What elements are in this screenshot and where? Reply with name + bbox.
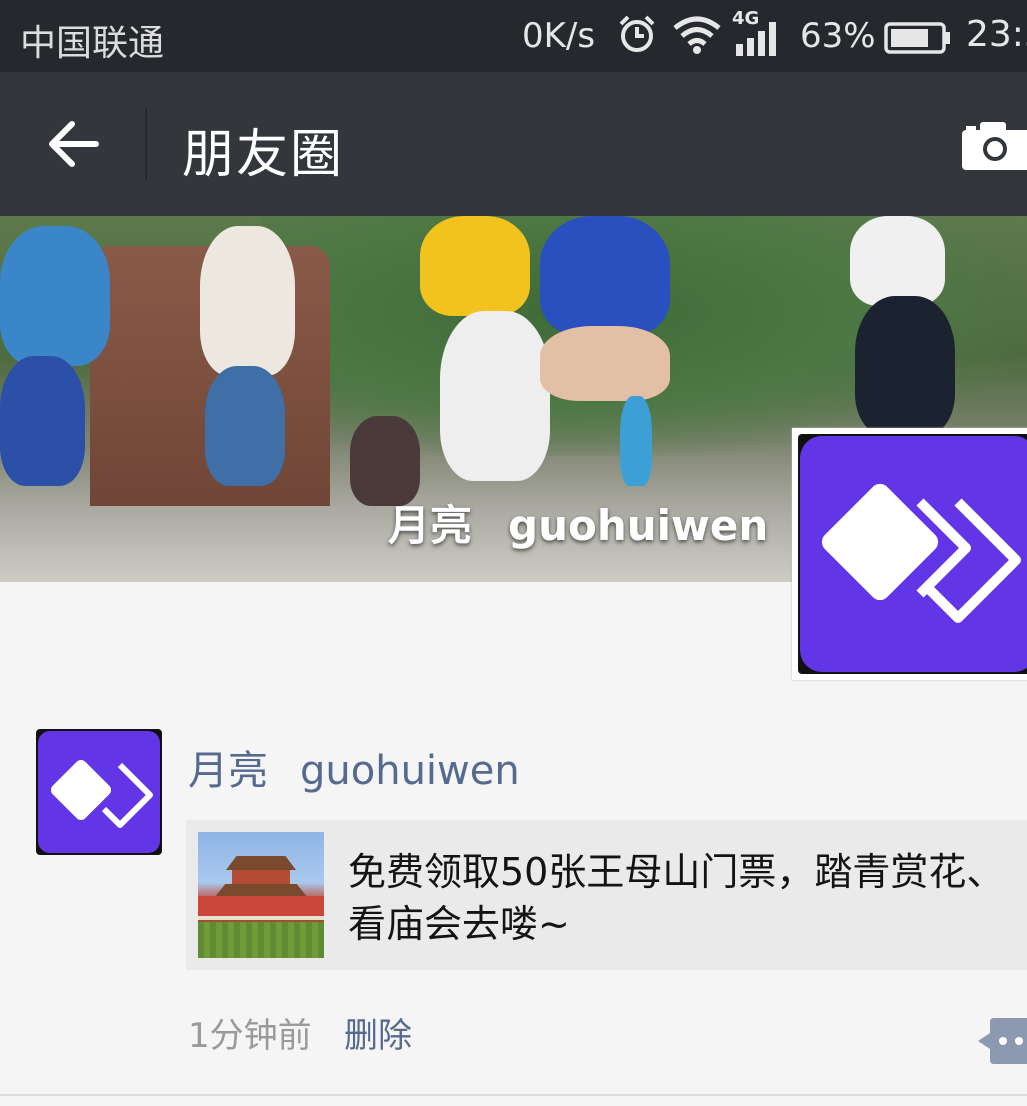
shared-link-thumbnail [198, 832, 324, 958]
battery-icon [884, 22, 950, 54]
post-author-username[interactable]: guohuiwen [300, 748, 520, 794]
app-logo-icon [800, 436, 1027, 672]
profile-avatar[interactable] [792, 428, 1027, 680]
post-author-avatar[interactable] [36, 729, 162, 855]
cover-person [200, 226, 295, 376]
wifi-icon [673, 16, 721, 54]
cover-person [620, 396, 652, 486]
avatar [798, 434, 1027, 674]
thumb-temple-roof [226, 856, 296, 870]
post-author-name[interactable]: 月亮 guohuiwen [188, 738, 520, 796]
cover-username-text: guohuiwen [508, 501, 769, 550]
cover-person [440, 311, 550, 481]
network-speed: 0K/s [522, 16, 596, 56]
header-divider [145, 108, 147, 180]
carrier-name: 中国联通 [20, 23, 165, 64]
comment-icon[interactable] [978, 1018, 1027, 1064]
cover-person [855, 296, 955, 436]
shared-link-card[interactable]: 免费领取50张王母山门票，踏青赏花、看庙会去喽~ [186, 820, 1027, 970]
thumb-railing [198, 916, 324, 920]
cover-person [420, 216, 530, 316]
camera-icon[interactable] [962, 118, 1027, 170]
post-timestamp: 1分钟前 [188, 1016, 312, 1056]
delete-button[interactable]: 删除 [344, 1008, 412, 1057]
back-arrow-icon[interactable] [44, 116, 104, 172]
cover-person [205, 366, 285, 486]
cover-person [0, 226, 110, 366]
shared-link-title: 免费领取50张王母山门票，踏青赏花、看庙会去喽~ [348, 850, 1005, 946]
cover-person [850, 216, 945, 306]
battery-percent: 63% [800, 16, 876, 56]
thumb-temple-hall [232, 870, 290, 884]
cover-username: 月亮 guohuiwen [388, 492, 768, 553]
status-bar: 中国联通 0K/s 4G 63% 23:5 [0, 0, 1027, 72]
header-bar: 朋友圈 [0, 72, 1027, 216]
cover-person [0, 356, 85, 486]
cover-name-text: 月亮 [388, 501, 473, 550]
clock: 23:5 [966, 14, 1027, 55]
thumb-temple-wall [198, 896, 324, 918]
post-author-nickname[interactable]: 月亮 [188, 748, 268, 794]
cover-person [540, 326, 670, 401]
cover-person [540, 216, 670, 336]
thumb-lawn [198, 922, 324, 958]
post-divider [0, 1094, 1027, 1096]
alarm-icon [619, 15, 655, 52]
page-title: 朋友圈 [182, 125, 345, 185]
app-logo-icon [38, 731, 160, 853]
